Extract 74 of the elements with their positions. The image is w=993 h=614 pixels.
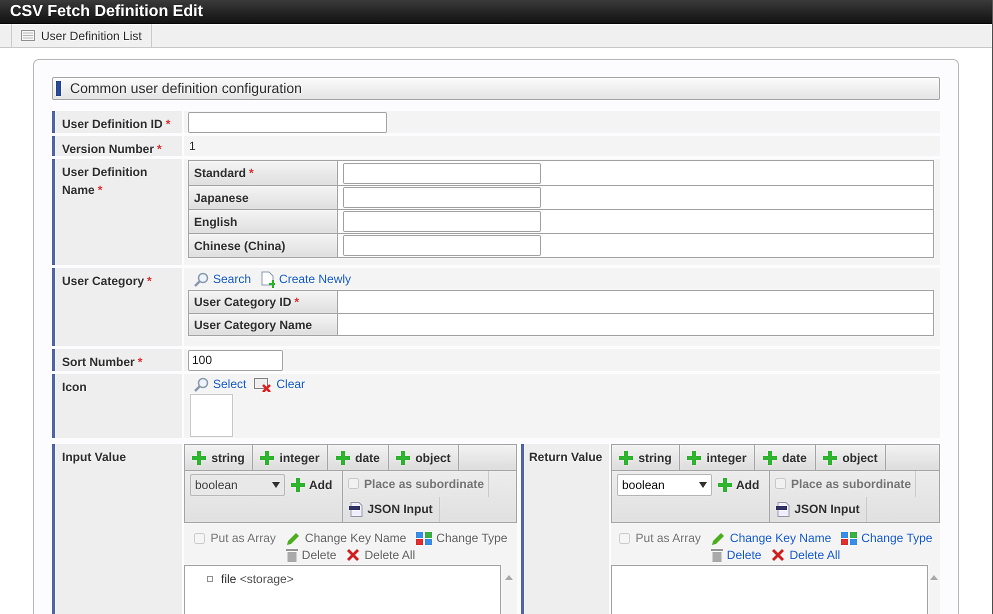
checkbox-label: Place as subordinate — [364, 476, 484, 493]
header-marker — [56, 81, 61, 96]
search-link[interactable]: Select — [194, 375, 246, 393]
swap-icon — [416, 530, 432, 546]
create-link[interactable]: Create Newly — [261, 270, 352, 288]
node-icon — [207, 576, 213, 582]
field-label: Standard * — [189, 161, 338, 185]
clear-link[interactable]: Clear — [254, 375, 306, 393]
plus-icon — [687, 450, 702, 464]
scroll-up-icon — [505, 575, 513, 580]
plus-icon — [260, 450, 274, 464]
document-icon — [349, 502, 364, 517]
field-value: 1 — [188, 138, 196, 155]
clear-icon — [254, 376, 272, 392]
plus-icon — [192, 450, 206, 464]
checkbox-label: Put as Array — [210, 530, 276, 547]
field-label: Version Number * — [52, 136, 182, 156]
pencil-icon — [286, 530, 301, 546]
plus-icon — [823, 450, 838, 464]
dropdown-icon — [272, 482, 280, 488]
delete-all-link[interactable]: Delete All — [771, 546, 840, 564]
trash-icon — [286, 548, 298, 562]
json-input-button[interactable]: JSON Input — [770, 496, 867, 522]
field-label: Japanese — [189, 186, 338, 209]
plus-icon — [291, 478, 305, 492]
field-label: User Category * — [52, 268, 182, 346]
window-title: CSV Fetch Definition Edit — [10, 2, 203, 22]
checkbox-label: Put as Array — [636, 530, 701, 547]
list-button[interactable]: User Definition List — [11, 24, 152, 47]
search-icon — [194, 376, 209, 392]
field-label: Sort Number * — [52, 349, 182, 371]
pencil-icon — [710, 530, 726, 546]
close-icon — [346, 548, 360, 562]
swap-icon — [841, 530, 858, 546]
search-icon — [194, 272, 209, 286]
add-type-button[interactable]: integer — [680, 445, 755, 470]
search-link[interactable]: Search — [194, 270, 252, 288]
new-document-icon — [261, 270, 276, 288]
text-field[interactable] — [343, 187, 541, 208]
scroll-up-icon — [930, 575, 938, 580]
field-label: User Definition Name * — [52, 159, 182, 265]
add-type-button[interactable]: object — [816, 445, 886, 470]
field-label: User Category ID * — [189, 291, 338, 313]
field-label: Icon — [52, 374, 182, 438]
dropdown-icon — [699, 482, 707, 488]
field-label: User Category Name — [189, 314, 338, 335]
section-title: Common user definition configuration — [70, 79, 302, 98]
type-select[interactable]: boolean — [617, 474, 712, 496]
rename-link[interactable]: Change Key Name — [710, 529, 832, 547]
delete-link[interactable]: Delete — [710, 546, 762, 564]
list-icon — [21, 30, 35, 41]
plus-icon — [619, 450, 634, 464]
text-field[interactable] — [343, 235, 541, 256]
text-field[interactable] — [343, 211, 541, 232]
field-label: Chinese (China) — [189, 234, 338, 257]
plus-icon — [336, 450, 350, 464]
close-icon — [771, 548, 786, 562]
field-label: User Definition ID * — [52, 111, 182, 133]
field-label: Return Value — [521, 444, 609, 614]
text-field[interactable] — [188, 112, 387, 132]
add-type-button[interactable]: string — [612, 445, 680, 470]
text-field[interactable]: 100 — [188, 350, 283, 370]
plus-icon — [396, 450, 410, 464]
add-button[interactable]: Add — [718, 474, 760, 496]
document-icon — [776, 502, 790, 517]
plus-icon — [718, 478, 732, 492]
add-type-button[interactable]: date — [755, 445, 816, 470]
field-label: Input Value — [52, 444, 182, 614]
change-type-link[interactable]: Change Type — [841, 529, 932, 547]
text-field[interactable] — [343, 162, 541, 184]
plus-icon — [763, 450, 778, 464]
trash-icon — [710, 548, 723, 562]
field-label: English — [189, 210, 338, 233]
checkbox-label: Place as subordinate — [791, 476, 912, 493]
